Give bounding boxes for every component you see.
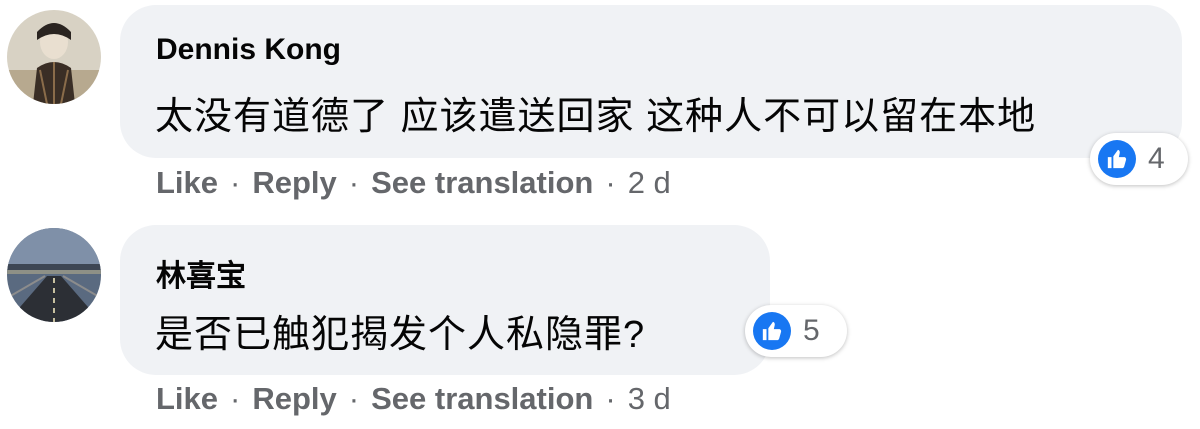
separator: · — [348, 165, 360, 200]
avatar-image — [7, 10, 101, 104]
comment-1: Dennis Kong 太没有道德了 应该遣送回家 这种人不可以留在本地 4 L… — [0, 0, 1200, 215]
reaction-summary[interactable]: 5 — [745, 305, 847, 357]
separator: · — [605, 381, 616, 416]
like-button[interactable]: Like — [156, 381, 218, 417]
comment-actions: Like · Reply · See translation · 3 d — [156, 381, 671, 417]
thumbs-up-icon — [753, 312, 791, 350]
comment-timestamp[interactable]: 3 d — [628, 381, 671, 417]
comment-actions: Like · Reply · See translation · 2 d — [156, 165, 671, 201]
see-translation-link[interactable]: See translation — [371, 165, 593, 201]
avatar[interactable] — [7, 10, 101, 104]
thumbs-up-icon — [1098, 140, 1136, 178]
reply-button[interactable]: Reply — [252, 165, 336, 201]
reply-button[interactable]: Reply — [252, 381, 336, 417]
reaction-count: 4 — [1148, 142, 1165, 175]
separator: · — [230, 165, 241, 200]
comment-text: 太没有道德了 应该遣送回家 这种人不可以留在本地 — [155, 96, 1037, 138]
comment-timestamp[interactable]: 2 d — [628, 165, 671, 201]
comment-text: 是否已触犯揭发个人私隐罪? — [155, 314, 646, 356]
separator: · — [348, 381, 360, 416]
see-translation-link[interactable]: See translation — [371, 381, 593, 417]
like-button[interactable]: Like — [156, 165, 218, 201]
avatar-image — [7, 228, 101, 322]
comment-2: 林喜宝 是否已触犯揭发个人私隐罪? 5 Like · Reply · See t… — [0, 215, 1200, 429]
separator: · — [230, 381, 241, 416]
avatar[interactable] — [7, 228, 101, 322]
comment-author[interactable]: Dennis Kong — [156, 33, 341, 67]
reaction-summary[interactable]: 4 — [1090, 133, 1188, 185]
separator: · — [605, 165, 616, 200]
reaction-count: 5 — [803, 314, 820, 347]
comment-author[interactable]: 林喜宝 — [156, 251, 246, 295]
